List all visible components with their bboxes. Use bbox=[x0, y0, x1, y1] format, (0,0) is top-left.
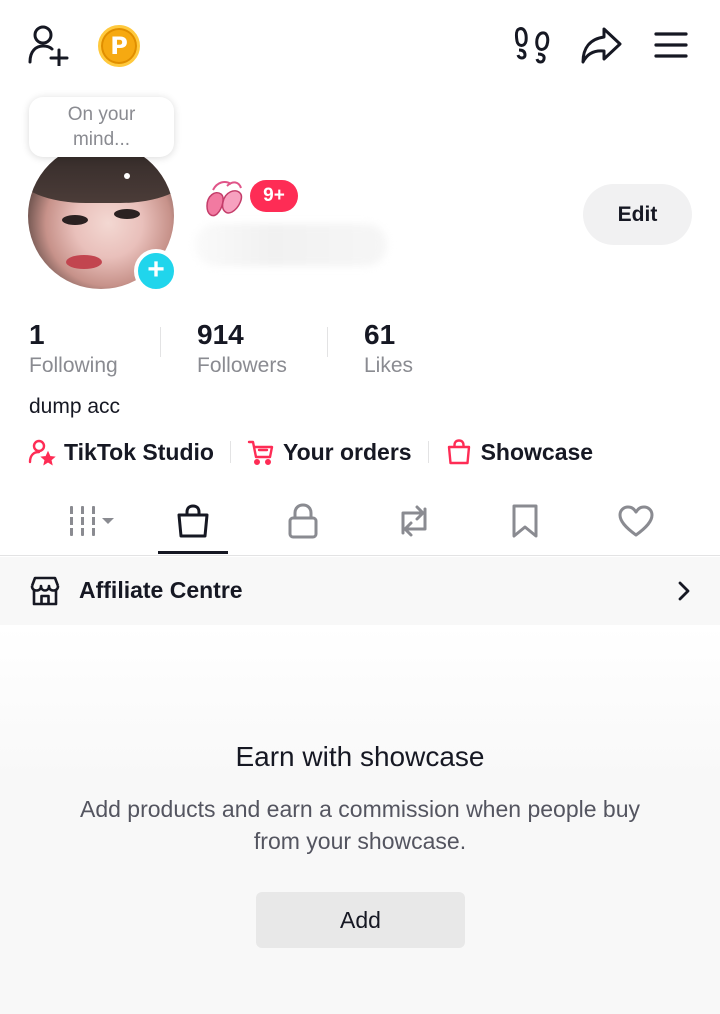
affiliate-centre-row[interactable]: Affiliate Centre bbox=[0, 557, 720, 625]
affiliate-centre-label: Affiliate Centre bbox=[79, 577, 243, 603]
following-count: 1 bbox=[29, 319, 45, 350]
empty-state-title: Earn with showcase bbox=[235, 741, 485, 772]
stat-followers[interactable]: 914 Followers bbox=[197, 318, 287, 380]
profile-links: TikTok Studio Your orders Showcase bbox=[28, 434, 593, 470]
link-label: Showcase bbox=[480, 438, 594, 465]
stat-following[interactable]: 1 Following bbox=[29, 318, 118, 380]
share-button[interactable] bbox=[579, 24, 623, 66]
tab-videos[interactable] bbox=[50, 490, 130, 552]
stat-likes[interactable]: 61 Likes bbox=[364, 318, 413, 380]
tab-showcase[interactable] bbox=[153, 490, 233, 552]
followers-count: 914 bbox=[197, 319, 244, 350]
add-friend-icon bbox=[28, 25, 69, 66]
shopping-bag-icon bbox=[177, 504, 209, 538]
notification-badge[interactable]: 9+ bbox=[250, 180, 298, 212]
link-your-orders[interactable]: Your orders bbox=[247, 438, 412, 466]
tab-private[interactable] bbox=[263, 490, 343, 552]
status-bubble[interactable]: On your mind... bbox=[29, 97, 174, 157]
bag-icon bbox=[447, 439, 470, 465]
link-label: Your orders bbox=[282, 438, 412, 465]
footprints-icon bbox=[514, 27, 550, 64]
repost-icon bbox=[401, 505, 427, 537]
grid-icon bbox=[66, 506, 114, 536]
likes-count: 61 bbox=[364, 319, 396, 350]
tab-liked[interactable] bbox=[596, 490, 676, 552]
add-friend-button[interactable] bbox=[26, 24, 72, 66]
coin-button[interactable]: P bbox=[97, 24, 141, 68]
link-tiktok-studio[interactable]: TikTok Studio bbox=[28, 438, 214, 466]
content-tabs bbox=[0, 490, 720, 556]
studio-icon bbox=[28, 439, 56, 466]
bookmark-icon bbox=[512, 504, 538, 538]
following-label: Following bbox=[29, 354, 118, 377]
share-icon bbox=[581, 27, 622, 64]
store-icon bbox=[30, 576, 60, 606]
heart-icon bbox=[618, 505, 654, 537]
cart-icon bbox=[247, 440, 274, 466]
ballet-shoes-icon bbox=[203, 176, 247, 225]
chevron-right-icon bbox=[678, 581, 690, 601]
followers-label: Followers bbox=[197, 354, 287, 377]
bubble-tail bbox=[124, 173, 130, 179]
divider bbox=[229, 441, 231, 463]
menu-button[interactable] bbox=[651, 28, 691, 62]
lock-icon bbox=[288, 503, 318, 539]
blurred-username bbox=[195, 224, 387, 266]
coin-icon: P bbox=[98, 25, 140, 67]
divider bbox=[327, 327, 328, 357]
likes-label: Likes bbox=[364, 354, 414, 377]
link-showcase[interactable]: Showcase bbox=[445, 438, 594, 466]
footprints-button[interactable] bbox=[511, 24, 553, 66]
active-tab-indicator bbox=[158, 551, 228, 554]
status-bubble-text: On your mind... bbox=[67, 104, 136, 150]
add-story-button[interactable]: + bbox=[134, 249, 178, 293]
link-label: TikTok Studio bbox=[64, 438, 214, 465]
edit-profile-button[interactable]: Edit bbox=[583, 184, 692, 245]
divider bbox=[427, 441, 429, 463]
tab-favorites[interactable] bbox=[485, 490, 565, 552]
plus-icon: + bbox=[147, 252, 165, 286]
add-products-button[interactable]: Add bbox=[256, 892, 465, 948]
divider bbox=[160, 327, 161, 357]
bio-text: dump acc bbox=[29, 395, 121, 418]
empty-state-description: Add products and earn a commission when … bbox=[79, 796, 640, 854]
menu-icon bbox=[654, 32, 688, 58]
tab-reposts[interactable] bbox=[374, 490, 454, 552]
